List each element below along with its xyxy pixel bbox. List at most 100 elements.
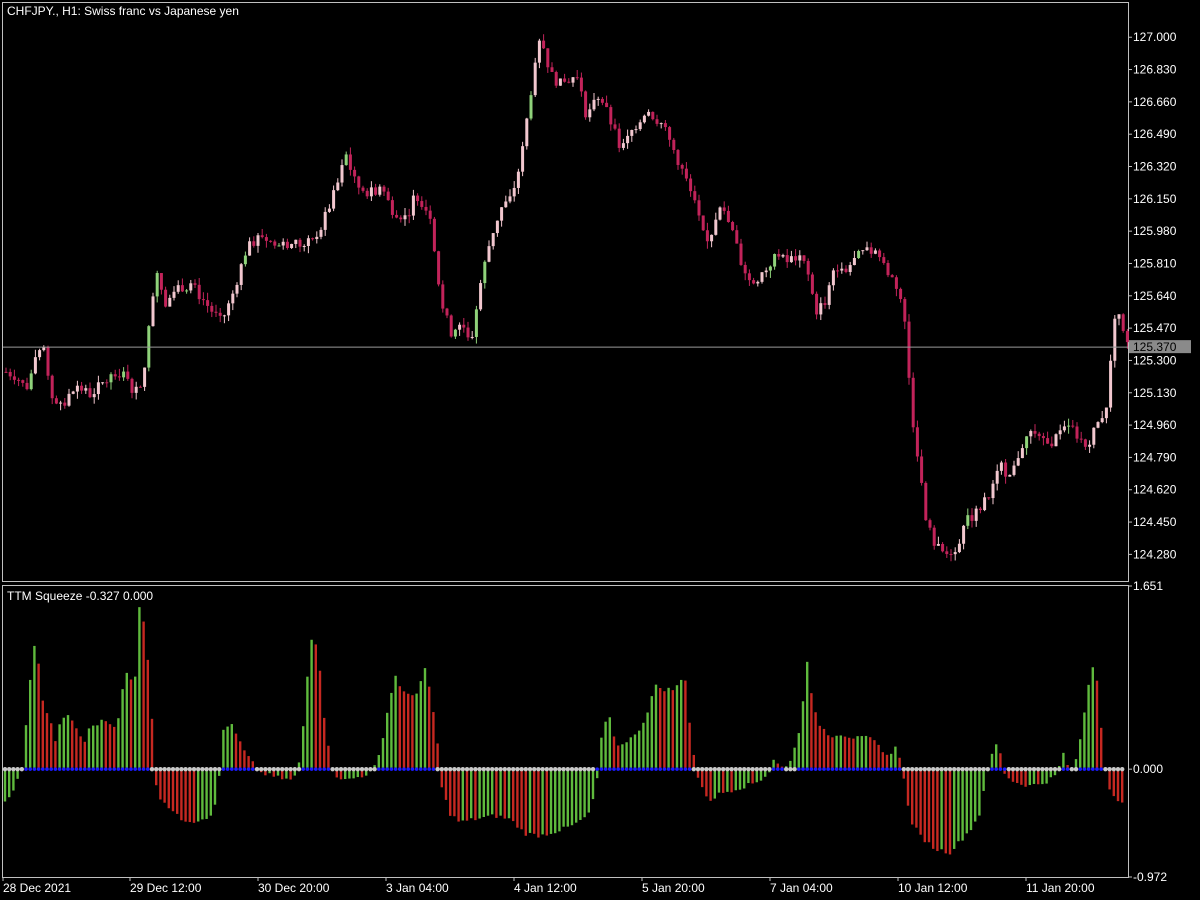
squeeze-dot — [187, 766, 192, 772]
candle-body — [915, 427, 919, 457]
histogram-bar — [314, 644, 317, 770]
squeeze-dot — [687, 767, 692, 771]
histogram-bar — [843, 736, 847, 770]
candle-body — [1071, 425, 1075, 427]
squeeze-dot — [1111, 766, 1117, 772]
squeeze-dot — [578, 766, 583, 772]
histogram-bar — [520, 769, 523, 830]
candle-body — [130, 378, 134, 393]
histogram-bar — [545, 769, 548, 836]
candle-body — [458, 324, 462, 330]
histogram-bar — [377, 755, 380, 770]
histogram-bar — [965, 769, 968, 834]
squeeze-dot — [15, 766, 20, 772]
candle-body — [231, 293, 235, 304]
time-tick-label: 30 Dec 20:00 — [258, 881, 330, 895]
candle-body — [533, 62, 537, 96]
histogram-bar — [302, 726, 305, 770]
squeeze-dot — [822, 767, 826, 771]
squeeze-dot — [826, 767, 830, 771]
indicator-title: TTM Squeeze -0.327 0.000 — [7, 589, 153, 603]
chart-canvas[interactable]: 127.000 126.830 126.660 126.490 126.320 126.1… — [0, 0, 1200, 900]
squeeze-dots — [2, 766, 1125, 772]
squeeze-dot — [259, 766, 264, 772]
squeeze-dot — [590, 766, 596, 772]
chart-title: CHFJPY., H1: Swiss franc vs Japanese yen — [7, 4, 239, 18]
squeeze-dot — [431, 767, 436, 771]
squeeze-dot — [599, 767, 604, 771]
histogram-bar — [549, 769, 553, 834]
squeeze-dot — [553, 766, 558, 772]
candle-body — [609, 107, 613, 125]
candle-body — [92, 394, 96, 398]
histogram-bar — [3, 769, 7, 802]
histogram-bar — [83, 741, 86, 770]
candle-body — [466, 327, 470, 338]
candle-body — [676, 150, 680, 165]
candle-body — [302, 246, 306, 248]
candle-body — [38, 350, 42, 358]
squeeze-dot — [1048, 766, 1054, 772]
candle-body — [663, 123, 667, 128]
squeeze-dot — [406, 767, 411, 771]
histogram-bar — [856, 736, 859, 770]
candle-body — [1109, 360, 1113, 408]
histogram-bar — [486, 769, 490, 816]
candle-body — [806, 260, 810, 275]
candle-body — [453, 329, 457, 337]
histogram-bar — [995, 744, 998, 770]
histogram-bar — [503, 769, 506, 819]
price-tick-label: 127.000 — [1133, 30, 1177, 44]
histogram-bar — [71, 720, 74, 770]
histogram-bar — [579, 769, 582, 820]
candle-body — [836, 270, 840, 272]
candle-body — [445, 308, 449, 316]
squeeze-dot — [691, 766, 696, 772]
candle-body — [67, 393, 71, 406]
candle-body — [323, 211, 327, 230]
histogram-bar — [461, 769, 464, 821]
histogram-bar — [100, 719, 103, 770]
candle-body — [189, 283, 193, 291]
histogram-bar — [407, 693, 410, 770]
candle-body — [928, 520, 932, 528]
squeeze-dot — [355, 766, 360, 772]
squeeze-dot — [620, 767, 625, 771]
candle-body — [172, 291, 176, 298]
histogram-bar — [234, 733, 238, 770]
squeeze-dot — [788, 766, 793, 772]
squeeze-dot — [964, 766, 969, 772]
histogram-bar — [146, 659, 149, 770]
histogram-bar — [108, 724, 112, 770]
squeeze-dot — [830, 767, 835, 771]
histogram-bar — [192, 769, 196, 823]
candle-body — [810, 274, 814, 294]
candle-body — [735, 230, 739, 244]
histogram-bar — [129, 679, 133, 770]
squeeze-dot — [968, 766, 974, 772]
squeeze-dot — [1065, 767, 1070, 771]
candle-body — [991, 483, 995, 499]
candle-body — [315, 236, 319, 240]
candle-body — [500, 207, 504, 221]
squeeze-dot — [1107, 766, 1112, 772]
squeeze-dot — [439, 766, 444, 772]
candle-body — [239, 264, 243, 285]
price-tick-label: 124.620 — [1133, 483, 1177, 497]
squeeze-dot — [393, 767, 398, 771]
price-candles — [4, 34, 1129, 562]
candle-body — [416, 195, 420, 202]
squeeze-dot — [53, 767, 58, 771]
candle-body — [311, 238, 315, 240]
candle-body — [21, 380, 25, 383]
candle-body — [1046, 438, 1050, 444]
squeeze-dot — [381, 767, 385, 771]
histogram-bar — [386, 712, 389, 770]
histogram-bar — [176, 769, 179, 814]
candle-body — [529, 95, 533, 119]
squeeze-dot — [612, 767, 616, 771]
candle-body — [29, 373, 33, 390]
squeeze-dot — [776, 767, 780, 771]
squeeze-dot — [104, 767, 108, 771]
candle-body — [621, 143, 625, 148]
